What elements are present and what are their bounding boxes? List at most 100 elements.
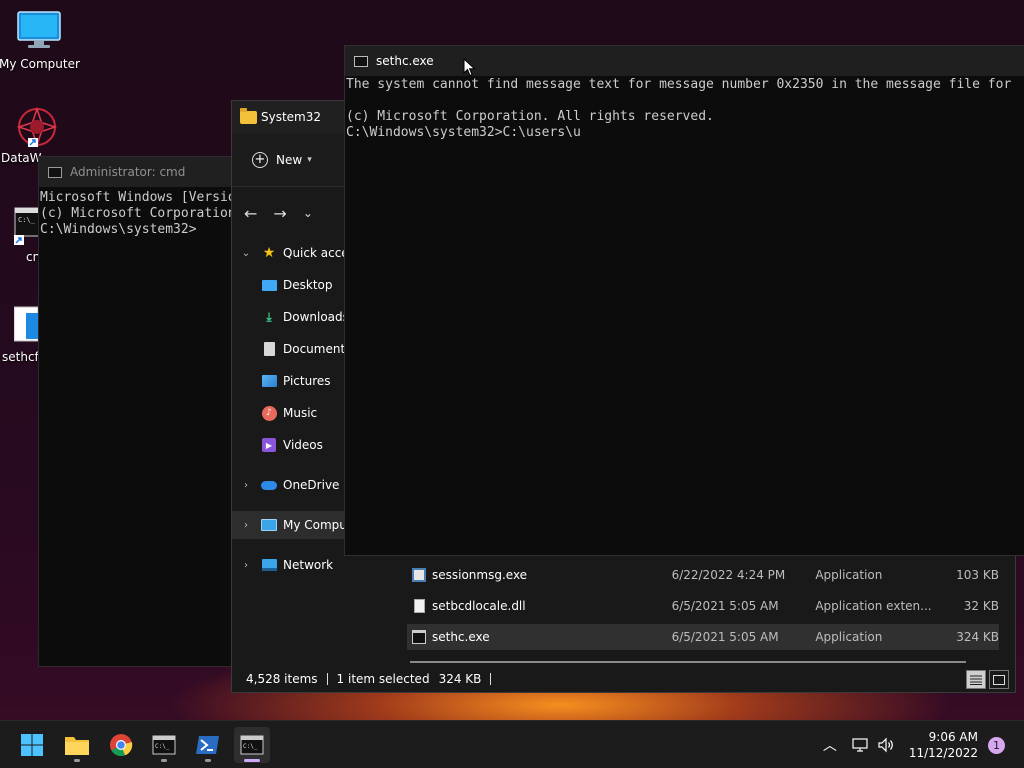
chevron-up-icon[interactable]: ︿	[823, 735, 837, 755]
file-explorer-icon	[65, 737, 89, 755]
cmd-admin-title: Administrator: cmd	[70, 165, 186, 179]
horizontal-scrollbar[interactable]	[410, 661, 966, 663]
forward-arrow-icon[interactable]: →	[273, 204, 286, 223]
computer-icon	[261, 517, 277, 533]
start-icon	[21, 734, 43, 756]
taskbar-chrome[interactable]	[103, 727, 139, 763]
taskbar-powershell[interactable]	[190, 727, 226, 763]
powershell-icon	[196, 736, 219, 754]
cmd-file-icon	[412, 630, 426, 644]
download-icon: ⤓	[266, 309, 272, 324]
star-icon: ★	[262, 245, 276, 261]
chevron-right-icon[interactable]: ›	[241, 480, 251, 491]
nav-item-label: Downloads	[283, 310, 349, 324]
nav-item-label: Music	[283, 406, 318, 420]
pictures-icon	[261, 373, 277, 389]
file-date: 6/22/2022 4:24 PM	[671, 568, 786, 582]
file-row[interactable]: sessionmsg.exe 6/22/2022 4:24 PM Applica…	[407, 562, 999, 588]
large-icons-view-button[interactable]	[989, 670, 1009, 689]
recent-locations-chevron-icon[interactable]: ⌄	[303, 206, 313, 220]
back-arrow-icon[interactable]: ←	[244, 204, 257, 223]
status-bar: 4,528 items 1 item selected 324 KB	[232, 666, 1015, 692]
notification-badge[interactable]: 1	[988, 736, 1005, 754]
file-type: Application exten...	[815, 599, 932, 613]
svg-text:C:\_: C:\_	[18, 216, 36, 224]
svg-text:C:\_: C:\_	[243, 743, 258, 750]
chevron-expanded-icon[interactable]: ⌄	[241, 248, 251, 259]
large-icons-view-icon	[993, 674, 1005, 685]
taskbar-cmd-active[interactable]: C:\_	[234, 727, 270, 763]
new-button-label: New	[276, 152, 303, 167]
file-size: 324 KB	[956, 630, 1000, 644]
music-icon: ♪	[261, 405, 277, 421]
clock-time: 9:06 AM	[928, 730, 978, 744]
file-date: 6/5/2021 5:05 AM	[671, 599, 779, 613]
taskbar: C:\_ C:\_ ︿ 9:06 AM 11/12/2022 1	[0, 720, 1024, 768]
running-indicator	[161, 759, 167, 762]
chrome-icon	[110, 734, 133, 757]
sethc-titlebar[interactable]: sethc.exe	[345, 46, 1024, 76]
explorer-title: System32	[261, 110, 322, 124]
terminal-icon: C:\_	[152, 735, 176, 755]
new-button[interactable]: + New ▾	[252, 151, 312, 168]
system-tray: ︿ 9:06 AM 11/12/2022 1	[823, 721, 1024, 768]
nav-item-label: OneDrive	[283, 478, 340, 492]
desktop-icon-my-computer[interactable]: My Computer	[0, 10, 80, 71]
cmd-icon	[48, 166, 62, 178]
cmd-icon	[354, 55, 368, 67]
selection-size: 324 KB	[438, 672, 482, 686]
desktop-icon-label: My Computer	[0, 57, 80, 71]
datawrapper-icon	[16, 106, 58, 148]
running-indicator	[74, 759, 80, 762]
taskbar-file-explorer[interactable]	[59, 727, 95, 763]
sethc-console-output[interactable]: The system cannot find message text for …	[345, 76, 1024, 141]
dll-file-icon	[414, 599, 425, 613]
cloud-icon	[261, 477, 277, 493]
file-row[interactable]: setbcdlocale.dll 6/5/2021 5:05 AM Applic…	[407, 593, 999, 619]
status-separator	[326, 673, 328, 685]
exe-file-icon	[412, 568, 426, 582]
status-separator	[490, 673, 492, 685]
file-list: sessionmsg.exe 6/22/2022 4:24 PM Applica…	[392, 559, 1003, 669]
network-status-icon[interactable]	[851, 737, 869, 753]
desktop-icon	[261, 277, 277, 293]
volume-icon[interactable]	[877, 737, 895, 753]
file-date: 6/5/2021 5:05 AM	[671, 630, 779, 644]
view-switcher	[966, 670, 1009, 689]
clock[interactable]: 9:06 AM 11/12/2022	[909, 729, 978, 761]
item-count: 4,528 items	[246, 672, 318, 686]
nav-item-label: Pictures	[283, 374, 331, 388]
svg-text:C:\_: C:\_	[155, 743, 170, 750]
running-indicator	[205, 759, 211, 762]
nav-item-label: Desktop	[283, 278, 333, 292]
file-type: Application	[815, 568, 883, 582]
file-size: 103 KB	[956, 568, 999, 582]
videos-icon: ▶	[261, 437, 277, 453]
file-row-selected[interactable]: sethc.exe 6/5/2021 5:05 AM Application 3…	[407, 624, 999, 650]
file-name: setbcdlocale.dll	[431, 599, 526, 613]
selection-count: 1 item selected	[336, 672, 430, 686]
chevron-right-icon[interactable]: ›	[241, 560, 251, 571]
sethc-console-window[interactable]: sethc.exe The system cannot find message…	[344, 45, 1024, 556]
nav-item-label: Videos	[283, 438, 323, 452]
document-icon	[261, 341, 277, 357]
taskbar-terminal[interactable]: C:\_	[146, 727, 182, 763]
nav-item-label: Network	[283, 558, 334, 572]
details-view-button[interactable]	[966, 670, 986, 689]
running-indicator	[244, 759, 260, 762]
file-name: sethc.exe	[431, 630, 490, 644]
sethc-title: sethc.exe	[376, 54, 434, 68]
clock-date: 11/12/2022	[908, 746, 978, 760]
nav-item-label: Documents	[283, 342, 352, 356]
folder-icon	[240, 107, 257, 124]
chevron-down-icon: ▾	[307, 154, 312, 165]
network-icon	[261, 557, 277, 573]
mouse-cursor-icon	[463, 58, 476, 77]
details-view-icon	[970, 675, 982, 685]
monitor-icon	[17, 11, 61, 48]
start-button[interactable]	[14, 727, 50, 763]
chevron-right-icon[interactable]: ›	[241, 520, 251, 531]
file-type: Application	[815, 630, 883, 644]
file-name: sessionmsg.exe	[431, 568, 528, 582]
file-size: 32 KB	[963, 599, 999, 613]
